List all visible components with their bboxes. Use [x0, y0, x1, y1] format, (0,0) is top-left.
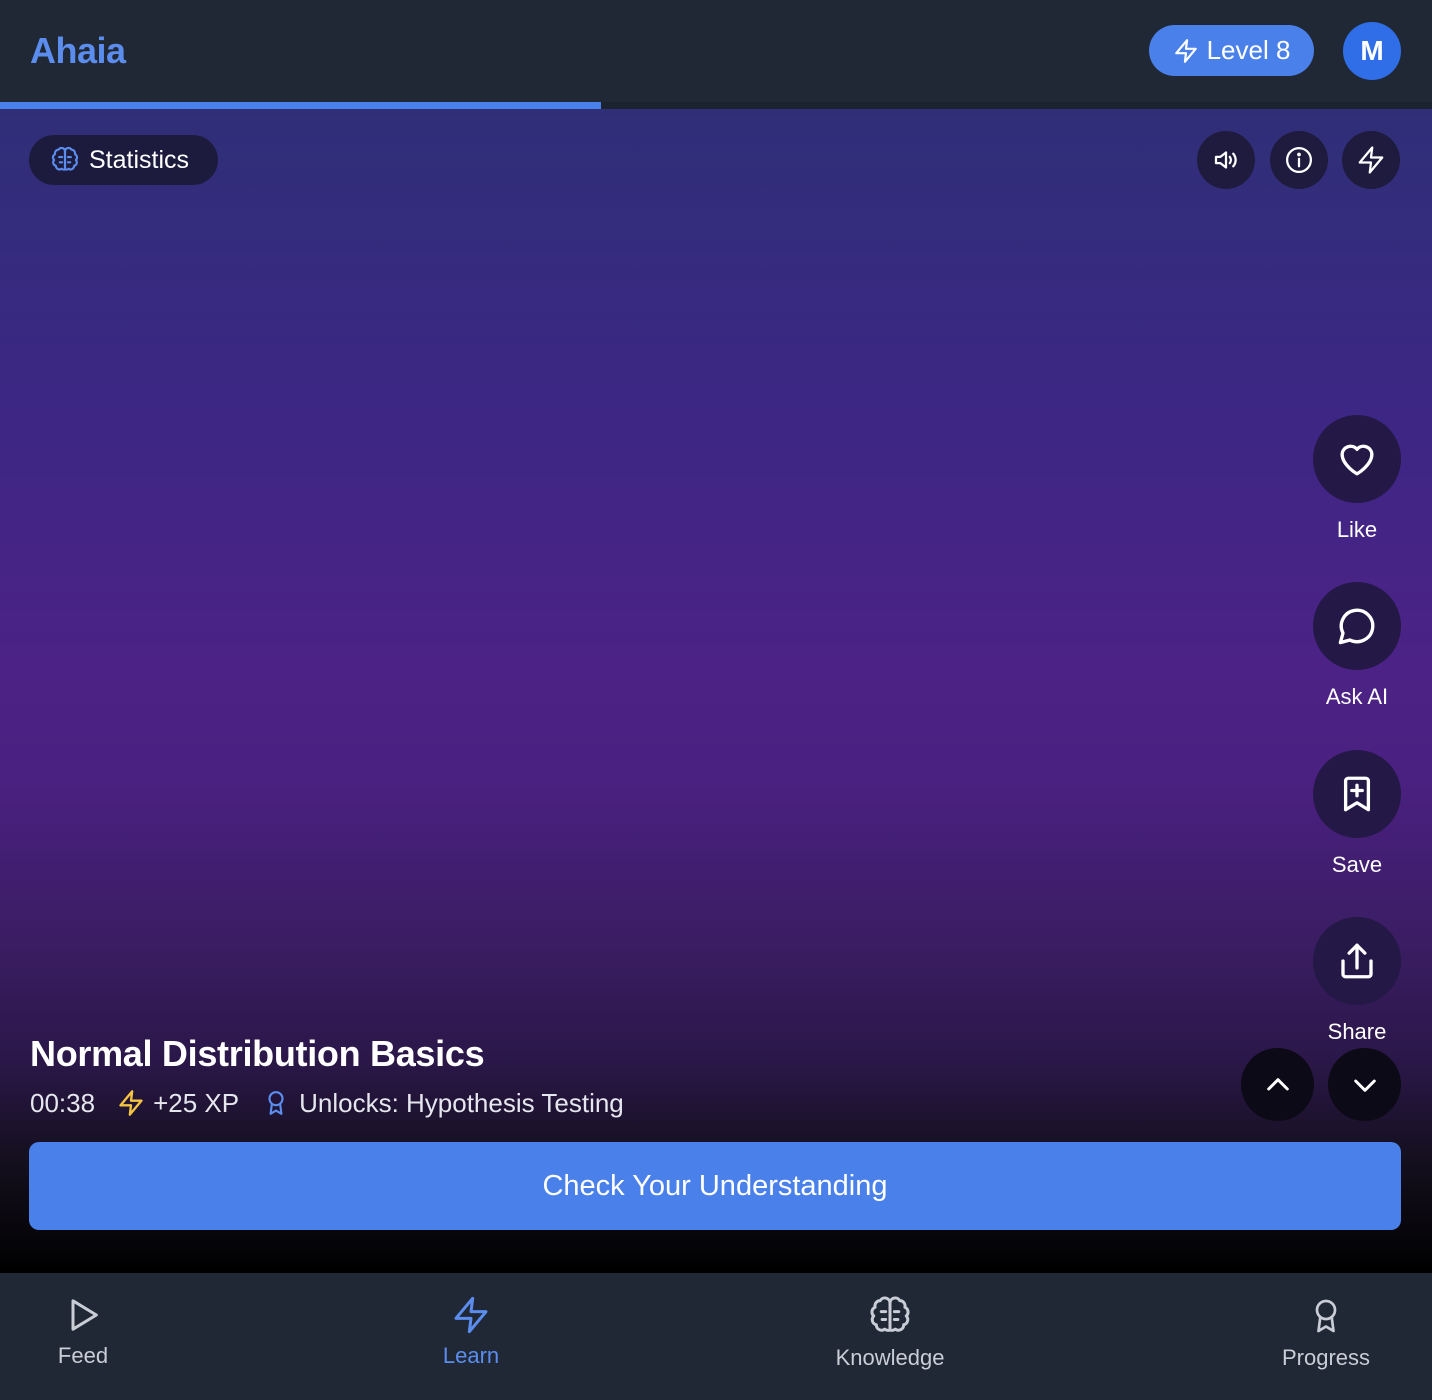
chevron-up-icon — [1262, 1069, 1294, 1101]
lightning-icon — [451, 1295, 491, 1335]
brain-icon — [51, 146, 79, 174]
avatar[interactable]: M — [1343, 22, 1401, 80]
lesson-title: Normal Distribution Basics — [30, 1033, 485, 1074]
xp-label: +25 XP — [153, 1087, 240, 1118]
info-button[interactable] — [1270, 131, 1328, 189]
bottom-nav: Feed Learn Knowledge Progress — [0, 1273, 1432, 1400]
save-button[interactable] — [1313, 750, 1401, 838]
xp-reward: +25 XP — [117, 1088, 239, 1119]
speaker-icon — [1211, 145, 1241, 175]
nav-label-learn: Learn — [442, 1343, 500, 1368]
nav-label-feed: Feed — [57, 1343, 109, 1368]
check-understanding-button[interactable]: Check Your Understanding — [29, 1142, 1401, 1230]
like-label: Like — [1336, 517, 1378, 542]
heart-icon — [1336, 438, 1378, 480]
nav-item-knowledge[interactable]: Knowledge — [820, 1295, 960, 1371]
next-lesson-button[interactable] — [1328, 1048, 1401, 1121]
lightning-icon — [1356, 145, 1386, 175]
chevron-down-icon — [1349, 1069, 1381, 1101]
brain-icon — [869, 1295, 911, 1337]
award-icon — [1308, 1295, 1344, 1337]
nav-label-progress: Progress — [1281, 1345, 1371, 1370]
lesson-duration: 00:38 — [30, 1087, 96, 1118]
unlock-info: Unlocks: Hypothesis Testing — [263, 1088, 624, 1119]
level-label: Level 8 — [1206, 35, 1291, 65]
share-button[interactable] — [1313, 917, 1401, 1005]
share-icon — [1336, 940, 1378, 982]
bookmark-plus-icon — [1336, 773, 1378, 815]
award-icon — [263, 1088, 289, 1118]
lightning-icon — [117, 1089, 145, 1117]
share-action[interactable]: Share — [1313, 917, 1401, 1045]
lesson-meta: 00:38 +25 XP Unlocks: Hypothesis Testing — [30, 1085, 624, 1121]
nav-item-learn[interactable]: Learn — [401, 1295, 541, 1369]
nav-item-feed[interactable]: Feed — [13, 1295, 153, 1369]
sound-button[interactable] — [1197, 131, 1255, 189]
app-logo[interactable]: Ahaia — [30, 30, 126, 72]
share-label: Share — [1327, 1019, 1387, 1044]
info-icon — [1284, 145, 1314, 175]
unlock-label: Unlocks: Hypothesis Testing — [299, 1087, 624, 1118]
save-label: Save — [1331, 852, 1383, 877]
like-action[interactable]: Like — [1313, 415, 1401, 543]
lesson-stage[interactable]: Statistics Like Ask AI Save Share Normal… — [0, 109, 1432, 1273]
top-bar: Ahaia Level 8 M — [0, 0, 1432, 103]
boost-button[interactable] — [1342, 131, 1400, 189]
save-action[interactable]: Save — [1313, 750, 1401, 878]
ask-ai-label: Ask AI — [1325, 684, 1389, 709]
lightning-icon — [1173, 37, 1199, 65]
nav-label-knowledge: Knowledge — [835, 1345, 945, 1370]
level-badge[interactable]: Level 8 — [1149, 25, 1314, 76]
like-button[interactable] — [1313, 415, 1401, 503]
nav-item-progress[interactable]: Progress — [1256, 1295, 1396, 1371]
ask-ai-action[interactable]: Ask AI — [1313, 582, 1401, 710]
play-icon — [63, 1295, 103, 1335]
previous-lesson-button[interactable] — [1241, 1048, 1314, 1121]
topic-chip[interactable]: Statistics — [29, 135, 218, 185]
ask-ai-button[interactable] — [1313, 582, 1401, 670]
topic-label: Statistics — [89, 145, 190, 174]
lesson-progress-fill — [0, 102, 602, 109]
lesson-progress-bar — [0, 102, 1432, 109]
chat-icon — [1336, 605, 1378, 647]
